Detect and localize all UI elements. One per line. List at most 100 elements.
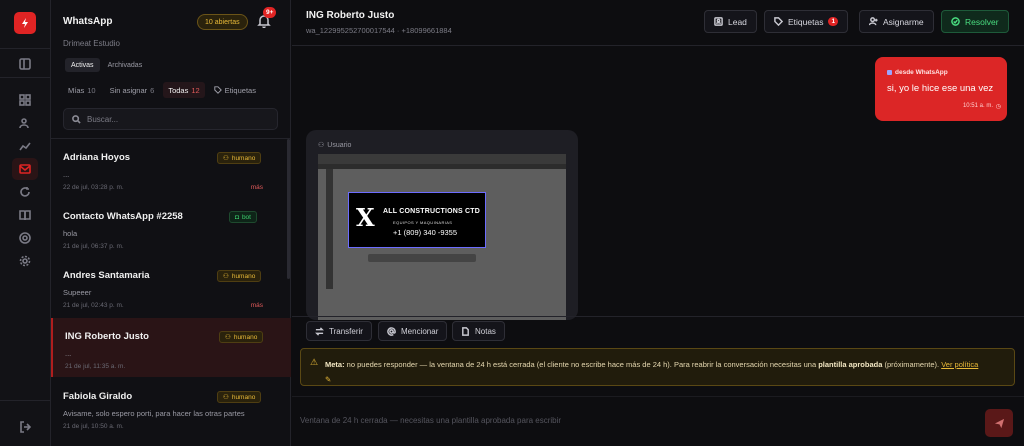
filter-label: Etiquetas [224, 85, 256, 95]
tags-count-badge: 1 [828, 17, 839, 26]
timestamp: 21 de jul, 02:43 p. m. [63, 302, 124, 309]
filter-count: 12 [191, 85, 200, 95]
tags-label: Etiquetas [788, 16, 824, 27]
warning-message: Meta: no puedes responder — la ventana d… [325, 357, 1005, 387]
filter-bar: Mías 10 Sin asignar 6 Todas 12 Etiquetas [63, 82, 261, 98]
tab-activas[interactable]: Activas [65, 58, 100, 72]
status-badge: ◘ bot [229, 211, 257, 223]
resolve-label: Resolver [965, 16, 999, 27]
logo-phone: +1 (809) 340 -9355 [393, 228, 458, 237]
transfer-label: Transferir [329, 326, 363, 336]
sidebar-scrollbar[interactable] [287, 139, 290, 279]
mention-label: Mencionar [401, 326, 439, 336]
tag-icon [213, 86, 222, 94]
image-logo-canvas: X ALL CONSTRUCTIONS CTD EQUIPOS Y MAQUIN… [348, 192, 486, 248]
warning-body: no puedes responder — la ventana de 24 h… [344, 360, 819, 369]
timestamp: 22 de jul, 03:28 p. m. [63, 184, 124, 191]
panel-toggle-icon[interactable] [18, 57, 32, 71]
badge-label: bot [241, 213, 251, 221]
analytics-icon[interactable] [18, 139, 32, 153]
workspace-name: Drimeat Estudio [63, 39, 120, 48]
contact-name: Contacto WhatsApp #2258 [63, 211, 183, 222]
notification-count-badge: 9+ [263, 7, 277, 18]
status-badge: ⚇ humano [217, 391, 262, 403]
composer-input-row [292, 396, 1024, 446]
brand-logo-icon[interactable] [14, 12, 36, 34]
transfer-icon [315, 326, 324, 336]
contact-title: ING Roberto Justo [306, 10, 395, 21]
source-label: desde WhatsApp [895, 69, 948, 76]
badge-label: humano [233, 333, 258, 341]
edit-pencil-icon[interactable]: ✎ [325, 375, 331, 384]
logo-mark: X [356, 203, 375, 232]
transfer-button[interactable]: Transferir [306, 321, 372, 341]
conversation-item[interactable]: Contacto WhatsApp #2258 ◘ bot hola 21 de … [51, 198, 291, 257]
logout-icon[interactable] [18, 420, 32, 434]
image-context-bar [368, 254, 476, 262]
message-input[interactable] [300, 411, 980, 429]
attached-image[interactable]: X ALL CONSTRUCTIONS CTD EQUIPOS Y MAQUIN… [318, 154, 566, 320]
message-snippet: Supeeer [63, 288, 92, 297]
conversation-item[interactable]: Adriana Hoyos ⚇ humano ... 22 de jul, 03:… [51, 139, 291, 198]
contact-id: wa_122995252700017544 · +18099661884 [306, 26, 452, 35]
rail-divider [0, 400, 51, 401]
contacts-icon[interactable] [18, 116, 32, 130]
dashboard-icon[interactable] [18, 93, 32, 107]
note-icon [462, 326, 469, 336]
bot-icon: ◘ [235, 213, 239, 221]
search-input[interactable] [87, 114, 267, 124]
delivered-check-icon: ◷ [995, 104, 1001, 110]
user-icon: ⚇ [318, 142, 325, 149]
policy-link[interactable]: Ver política [941, 360, 978, 369]
filter-todas[interactable]: Todas 12 [163, 82, 205, 98]
message-time: 10:51 a. m. [962, 103, 993, 109]
send-button[interactable] [985, 409, 1013, 437]
tab-archivadas[interactable]: Archivadas [102, 58, 149, 72]
conversation-item-active[interactable]: ING Roberto Justo ⚇ humano ... 21 de jul,… [51, 318, 291, 377]
contact-name: Adriana Hoyos [63, 152, 131, 163]
resolve-button[interactable]: Resolver [941, 10, 1009, 33]
open-count-badge: 10 abiertas [197, 14, 248, 30]
filter-sin-asignar[interactable]: Sin asignar 6 [105, 82, 160, 98]
assign-button[interactable]: Asignarme [859, 10, 934, 33]
conversation-item[interactable]: Andres Santamaria ⚇ humano Supeeer 21 de … [51, 257, 291, 316]
inbox-icon[interactable] [18, 162, 32, 176]
contact-name: Fabiola Giraldo [63, 391, 133, 402]
mention-button[interactable]: Mencionar [378, 321, 448, 341]
incoming-message: ⚇ Usuario X ALL CONSTRUCTIONS CTD EQUIPOS… [306, 130, 578, 320]
more-indicator: más [250, 184, 263, 191]
filter-mias[interactable]: Mías 10 [63, 82, 101, 98]
refresh-icon[interactable] [18, 185, 32, 199]
check-circle-icon [951, 17, 960, 26]
message-snippet: hola [63, 229, 78, 238]
filter-label: Sin asignar [109, 85, 148, 95]
lead-button[interactable]: Lead [704, 10, 757, 33]
search-box [63, 108, 278, 130]
person-icon: ⚇ [223, 273, 229, 280]
assign-label: Asignarme [883, 16, 924, 27]
status-badge: ⚇ humano [219, 331, 264, 343]
contact-name: ING Roberto Justo [65, 331, 149, 342]
support-icon[interactable] [18, 231, 32, 245]
tags-button[interactable]: Etiquetas 1 [764, 10, 849, 33]
logo-subtitle: EQUIPOS Y MAQUINARIAS [393, 220, 453, 225]
warning-bold: plantilla aprobada [818, 360, 883, 369]
status-badge: ⚇ humano [217, 152, 262, 164]
status-badge: ⚇ humano [217, 270, 262, 282]
conversation-item[interactable]: Fabiola Giraldo ⚇ humano Avisame, solo es… [51, 378, 291, 437]
warning-icon: ⚠ [310, 357, 319, 367]
rail-divider [0, 48, 51, 49]
filter-count: 10 [87, 85, 96, 95]
notes-button[interactable]: Notas [452, 321, 505, 341]
image-tool-panel [326, 169, 333, 289]
book-icon[interactable] [18, 208, 32, 222]
logo-title: ALL CONSTRUCTIONS CTD [383, 208, 481, 215]
message-author: ⚇ Usuario [318, 141, 352, 150]
message-snippet: ... [63, 170, 70, 179]
user-plus-icon [869, 17, 878, 26]
filter-etiquetas[interactable]: Etiquetas [209, 82, 261, 98]
chat-header: ING Roberto Justo wa_122995252700017544 … [292, 0, 1024, 46]
author-label: Usuario [327, 141, 352, 149]
chat-panel: ING Roberto Justo wa_122995252700017544 … [292, 0, 1024, 446]
settings-gear-icon[interactable] [18, 254, 32, 268]
